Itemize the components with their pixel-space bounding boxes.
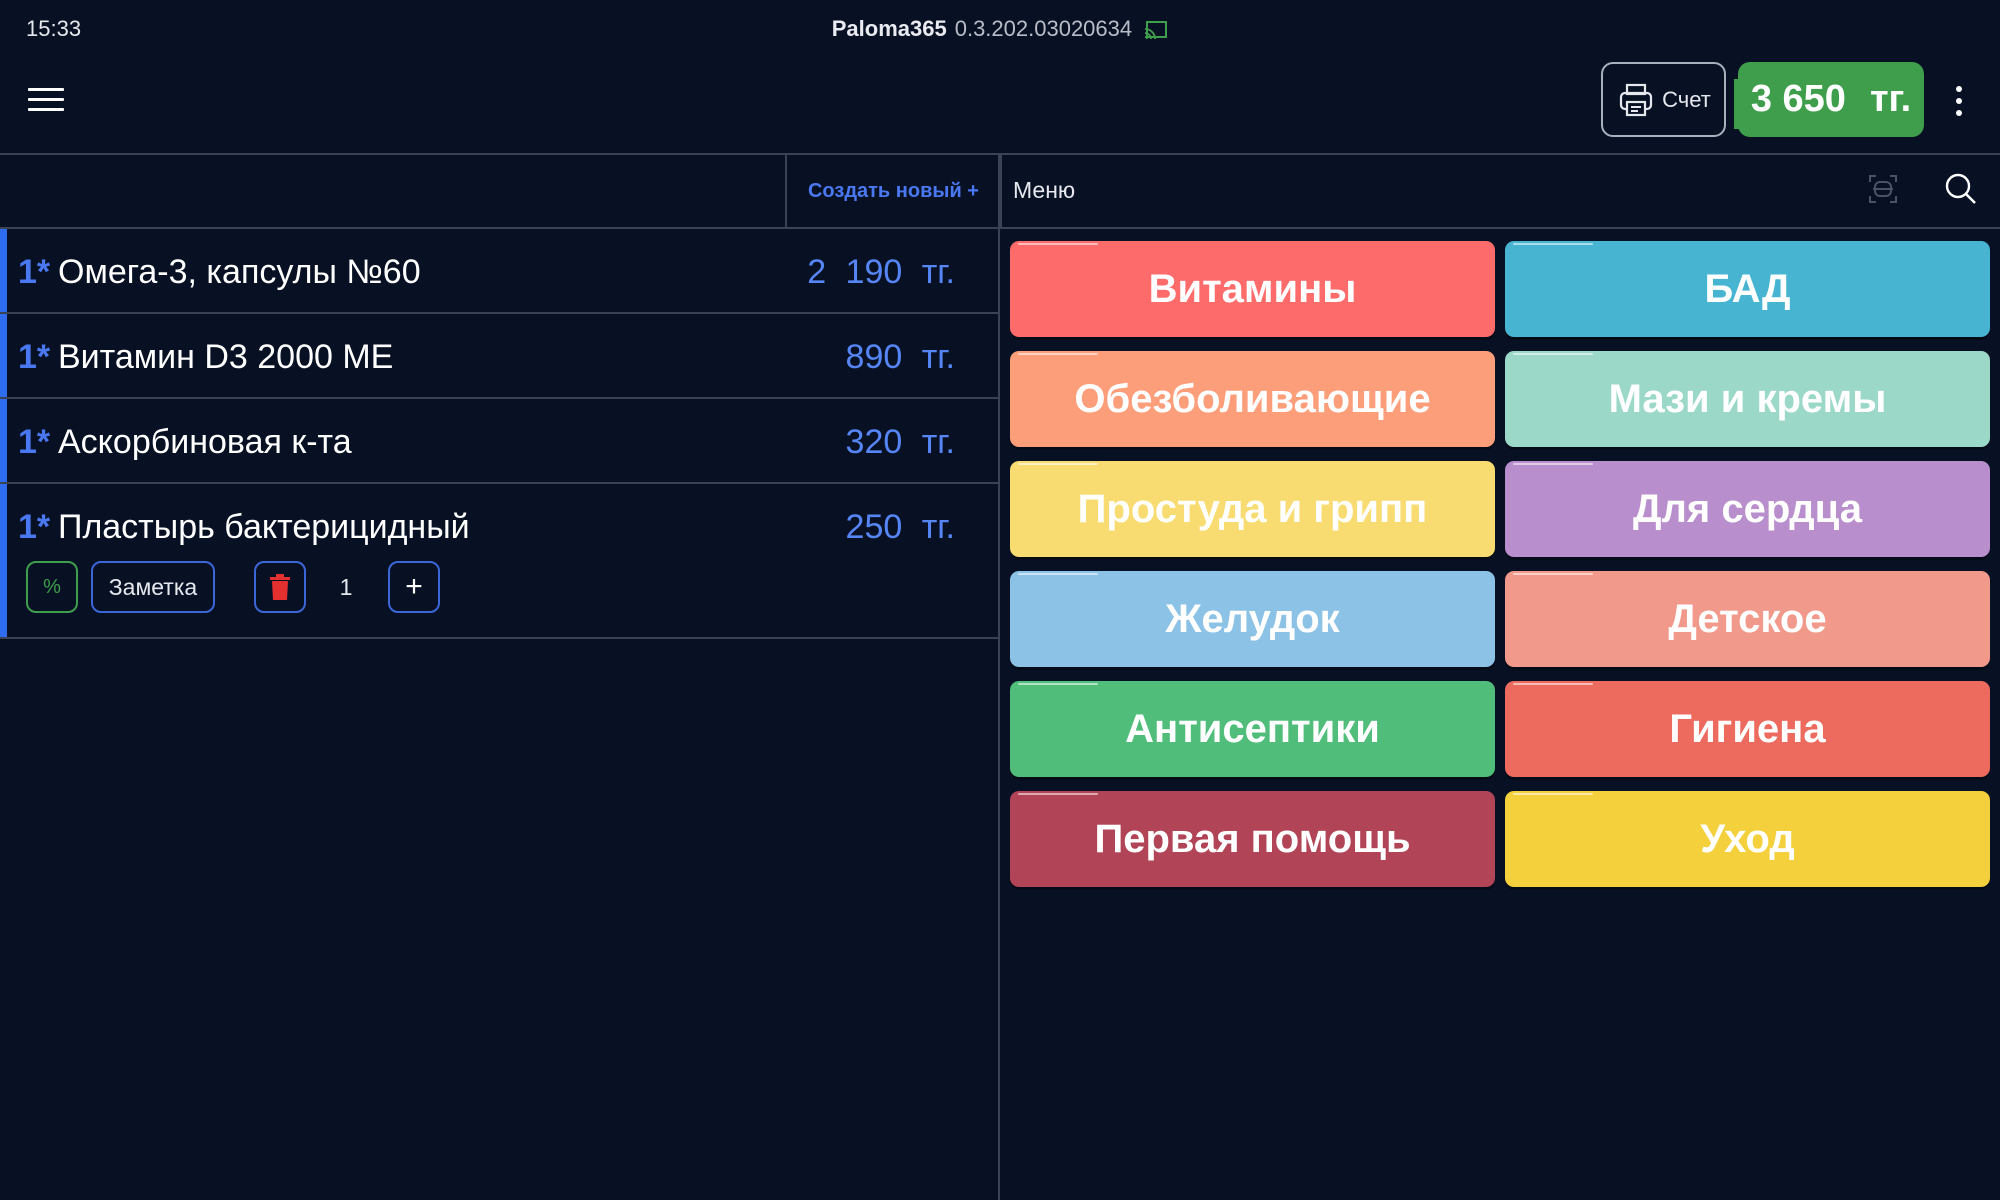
category-button[interactable]: Уход: [1505, 791, 1990, 887]
item-qty: 1*: [18, 253, 51, 291]
category-button[interactable]: Детское: [1505, 571, 1990, 667]
total-amount: 3 650: [1750, 78, 1846, 120]
bill-button[interactable]: Счет: [1601, 62, 1726, 137]
bill-label: Счет: [1662, 86, 1711, 112]
row-accent: [0, 229, 7, 312]
category-button[interactable]: Простуда и грипп: [1010, 461, 1495, 557]
hamburger-menu-icon[interactable]: [28, 88, 64, 116]
menu-title: Меню: [1013, 177, 1076, 203]
order-item-row[interactable]: 1* Витамин D3 2000 МЕ 890 тг.: [0, 314, 998, 399]
category-button[interactable]: Обезболивающие: [1010, 351, 1495, 447]
create-new-order-button[interactable]: Создать новый +: [785, 155, 1002, 227]
app-info: Paloma365 0.3.202.03020634: [0, 16, 2000, 42]
barcode-scan-icon[interactable]: [1867, 173, 1899, 205]
category-button[interactable]: Желудок: [1010, 571, 1495, 667]
category-button[interactable]: Гигиена: [1505, 681, 1990, 777]
item-price: 2 190 тг.: [807, 253, 955, 291]
app-version: 0.3.202.03020634: [954, 16, 1133, 41]
search-icon[interactable]: [1944, 172, 1978, 206]
category-button[interactable]: БАД: [1505, 241, 1990, 337]
category-button[interactable]: Для сердца: [1505, 461, 1990, 557]
item-qty: 1*: [18, 508, 51, 546]
panel-divider: [998, 153, 1000, 1200]
printer-icon: [1620, 83, 1653, 116]
discount-button[interactable]: %: [26, 561, 78, 613]
item-price: 250 тг.: [845, 508, 955, 546]
order-total: 3 650 тг.: [1738, 62, 1924, 137]
item-price: 320 тг.: [845, 423, 955, 461]
cast-icon: [1145, 21, 1168, 40]
order-item-row[interactable]: 1* Омега-3, капсулы №60 2 190 тг.: [0, 229, 998, 314]
row-accent: [0, 399, 7, 482]
item-name: Витамин D3 2000 МЕ: [58, 338, 394, 376]
category-button[interactable]: Мази и кремы: [1505, 351, 1990, 447]
total-currency: тг.: [1869, 78, 1912, 120]
item-name: Пластырь бактерицидный: [58, 508, 470, 546]
item-name: Омега-3, капсулы №60: [58, 253, 421, 291]
quantity-value: 1: [339, 573, 353, 600]
order-item-row[interactable]: 1* Аскорбиновая к-та 320 тг.: [0, 399, 998, 484]
app-name: Paloma365: [831, 16, 947, 41]
note-button[interactable]: Заметка: [91, 561, 215, 613]
category-button[interactable]: Витамины: [1010, 241, 1495, 337]
item-qty: 1*: [18, 338, 51, 376]
category-button[interactable]: Первая помощь: [1010, 791, 1495, 887]
item-qty: 1*: [18, 423, 51, 461]
category-button[interactable]: Антисептики: [1010, 681, 1495, 777]
item-price: 890 тг.: [845, 338, 955, 376]
increase-quantity-button[interactable]: +: [388, 561, 440, 613]
delete-button[interactable]: [254, 561, 306, 613]
row-accent: [0, 484, 7, 637]
row-accent: [0, 314, 7, 397]
more-vertical-icon[interactable]: [1954, 86, 1964, 120]
item-name: Аскорбиновая к-та: [58, 423, 352, 461]
trash-icon: [270, 574, 290, 600]
